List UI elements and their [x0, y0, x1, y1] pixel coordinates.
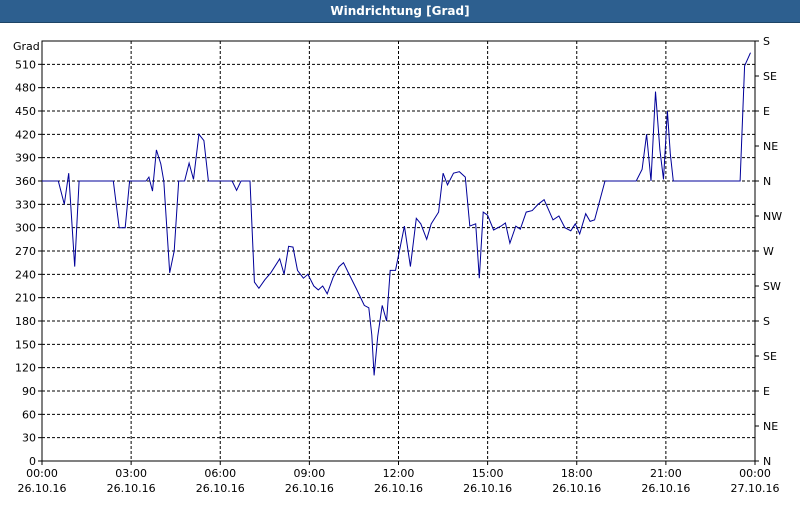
series [42, 52, 751, 376]
x-tick-date-label: 26.10.16 [374, 482, 423, 495]
right-tick-label: E [763, 385, 770, 398]
y-tick-label: 300 [15, 222, 36, 235]
y-tick-label: 270 [15, 245, 36, 258]
y-tick-label: 180 [15, 315, 36, 328]
y-axis-label: Grad [13, 40, 40, 53]
right-tick-label: NE [763, 140, 778, 153]
right-tick-label: SE [763, 350, 777, 363]
series-line [42, 52, 751, 376]
x-tick-date-label: 26.10.16 [641, 482, 690, 495]
right-tick-label: E [763, 105, 770, 118]
y-tick-label: 420 [15, 128, 36, 141]
y-tick-label: 330 [15, 198, 36, 211]
x-tick-time-label: 15:00 [472, 467, 504, 480]
right-tick-label: S [763, 315, 770, 328]
y-tick-label: 480 [15, 82, 36, 95]
x-tick-date-label: 26.10.16 [196, 482, 245, 495]
y-tick-label: 150 [15, 338, 36, 351]
right-tick-label: SW [763, 280, 781, 293]
right-tick-label: N [763, 175, 771, 188]
wind-direction-chart: 0306090120150180210240270300330360390420… [13, 35, 782, 495]
y-tick-label: 120 [15, 362, 36, 375]
x-tick-date-label: 26.10.16 [463, 482, 512, 495]
y-tick-label: 240 [15, 268, 36, 281]
y-tick-label: 210 [15, 292, 36, 305]
x-tick-date-label: 26.10.16 [285, 482, 334, 495]
x-tick-date-label: 26.10.16 [552, 482, 601, 495]
labels: 0306090120150180210240270300330360390420… [13, 35, 782, 495]
x-tick-time-label: 03:00 [115, 467, 147, 480]
x-tick-time-label: 09:00 [294, 467, 326, 480]
y-tick-label: 360 [15, 175, 36, 188]
x-tick-time-label: 21:00 [650, 467, 682, 480]
window-title: Windrichtung [Grad] [0, 0, 800, 23]
x-tick-date-label: 26.10.16 [107, 482, 156, 495]
right-tick-label: SE [763, 70, 777, 83]
y-tick-label: 60 [22, 408, 36, 421]
x-tick-time-label: 00:00 [739, 467, 771, 480]
right-tick-label: S [763, 35, 770, 48]
y-tick-label: 390 [15, 152, 36, 165]
right-tick-label: W [763, 245, 774, 258]
y-tick-label: 90 [22, 385, 36, 398]
right-tick-label: NW [763, 210, 782, 223]
x-tick-time-label: 06:00 [204, 467, 236, 480]
x-tick-time-label: 00:00 [26, 467, 58, 480]
x-tick-time-label: 18:00 [561, 467, 593, 480]
chart-area: 0 30 60 90 120 150 180 210 240 270 300 330 360 390 420… [0, 22, 800, 500]
x-tick-date-label: 26.10.16 [18, 482, 67, 495]
right-tick-label: NE [763, 420, 778, 433]
grid [42, 41, 755, 461]
y-tick-label: 450 [15, 105, 36, 118]
x-tick-time-label: 12:00 [383, 467, 415, 480]
x-tick-date-label: 27.10.16 [731, 482, 780, 495]
y-tick-label: 30 [22, 432, 36, 445]
y-tick-label: 510 [15, 58, 36, 71]
